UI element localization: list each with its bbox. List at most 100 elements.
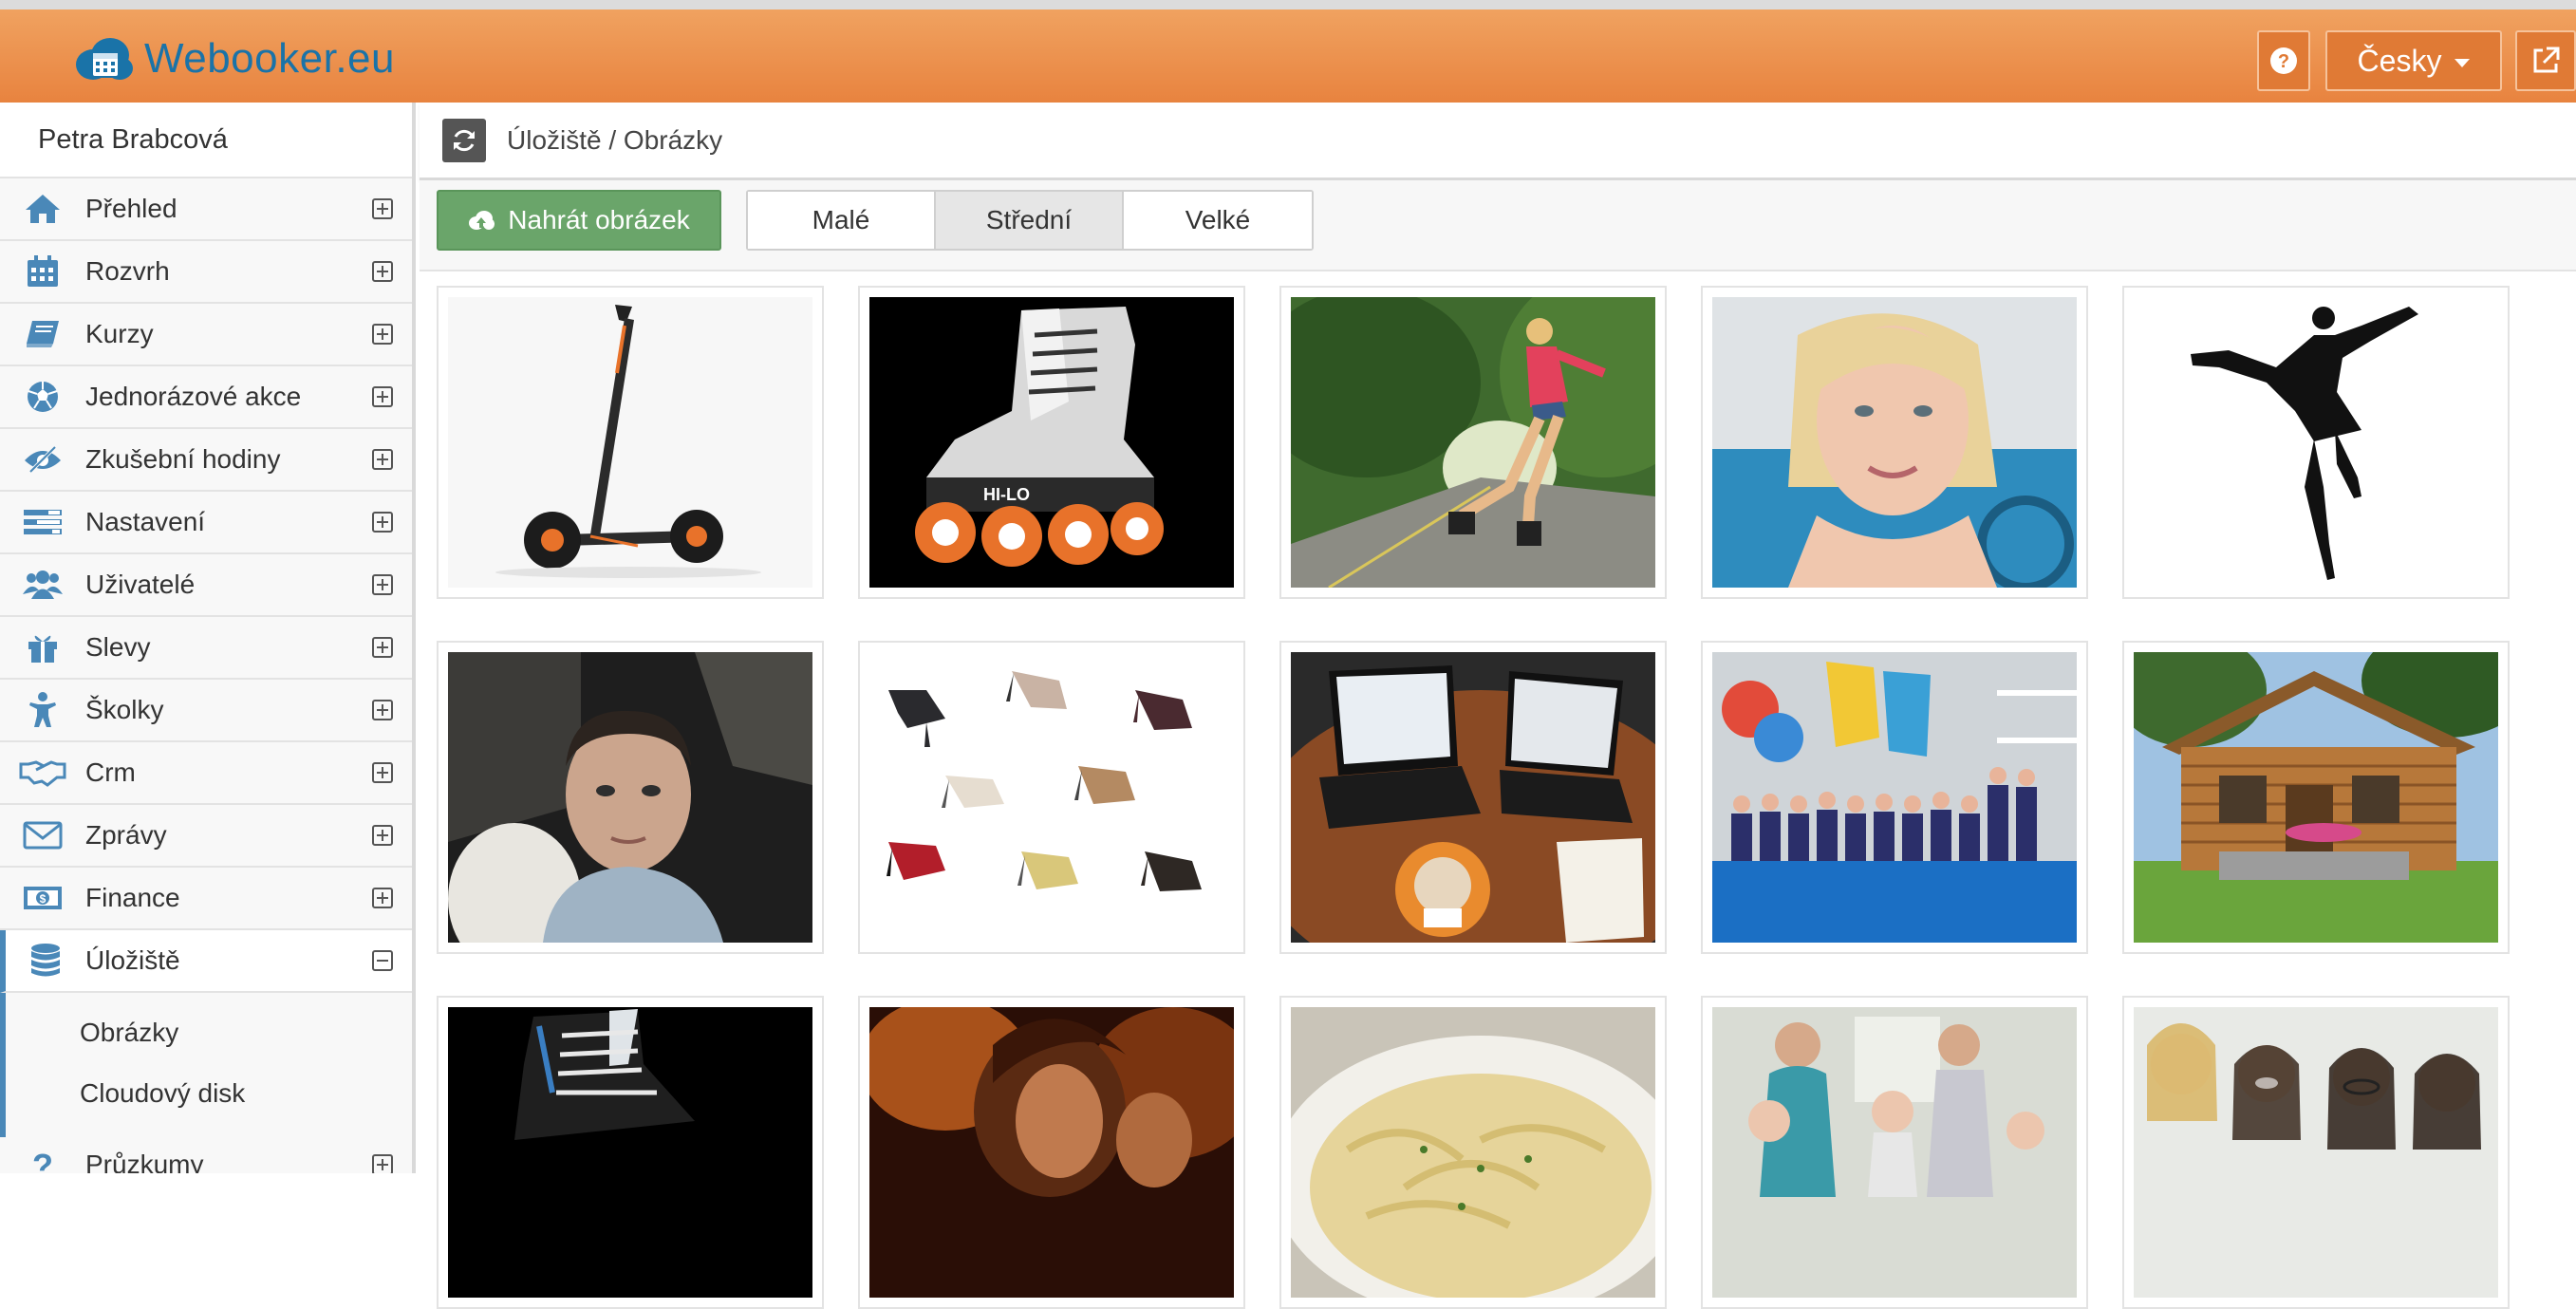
image-tile-inline-hockey-skate[interactable]: HI-LO (858, 286, 1245, 599)
image-tile-children-at-pool[interactable] (1701, 641, 2088, 954)
sidebar-item-nastaveni[interactable]: Nastavení (0, 492, 412, 554)
sidebar-item-slevy[interactable]: Slevy (0, 617, 412, 680)
thumbnail-inline-hockey-skate: HI-LO (869, 297, 1234, 588)
image-tile-dancing-couple[interactable] (858, 996, 1245, 1309)
help-button[interactable]: ? (2257, 30, 2310, 91)
expand-icon[interactable] (372, 637, 393, 658)
size-large-button[interactable]: Velké (1124, 192, 1312, 249)
sidebar-item-label: Jednorázové akce (85, 382, 302, 411)
size-medium-button[interactable]: Střední (936, 192, 1124, 249)
expand-icon[interactable] (372, 512, 393, 533)
size-small-button[interactable]: Malé (748, 192, 936, 249)
sidebar-item-label: Uživatelé (85, 570, 196, 599)
image-tile-electric-scooter[interactable] (437, 286, 824, 599)
sidebar-item-label: Školky (85, 695, 164, 724)
sidebar-item-rozvrh[interactable]: Rozvrh (0, 241, 412, 304)
caret-down-icon (2455, 58, 2471, 67)
thumbnail-rollerblading-woman (1291, 297, 1655, 588)
sidebar-item-crm[interactable]: Crm (0, 742, 412, 805)
svg-text:$: $ (40, 892, 47, 906)
top-bar: Webooker.eu ? Česky (0, 0, 2576, 103)
size-toggle-group: Malé Střední Velké (746, 190, 1314, 251)
svg-text:?: ? (2278, 51, 2289, 72)
sidebar-item-skolky[interactable]: Školky (0, 680, 412, 742)
thumbnail-dance-shoes (869, 652, 1234, 943)
users-icon (0, 553, 85, 616)
expand-icon[interactable] (372, 574, 393, 595)
upload-image-button[interactable]: Nahrát obrázek (437, 190, 721, 251)
gift-icon (0, 616, 85, 679)
expand-icon[interactable] (372, 198, 393, 219)
image-tile-rollerblading-woman[interactable] (1279, 286, 1667, 599)
sidebar-item-label: Finance (85, 883, 180, 912)
sidebar-item-kurzy[interactable]: Kurzy (0, 304, 412, 366)
thumbnail-women-group (2134, 1007, 2498, 1298)
thumbnail-man-portrait (448, 652, 812, 943)
cloud-calendar-icon (72, 32, 135, 85)
image-tile-ice-skate[interactable] (437, 996, 824, 1309)
thumbnail-wooden-cabin (2134, 652, 2498, 943)
image-tile-woman-portrait[interactable] (1701, 286, 2088, 599)
refresh-button[interactable] (442, 118, 486, 162)
expand-icon[interactable] (372, 449, 393, 470)
collapse-icon[interactable] (372, 950, 393, 971)
image-tile-laptops-on-table[interactable] (1279, 641, 1667, 954)
upload-label: Nahrát obrázek (508, 205, 690, 234)
soccer-ball-icon (0, 365, 85, 428)
thumbnail-mothers-with-babies (1712, 1007, 2077, 1298)
envelope-icon (0, 804, 85, 867)
thumbnail-ice-skate (448, 1007, 812, 1298)
child-icon (0, 679, 85, 741)
toolbar: Nahrát obrázek Malé Střední Velké (420, 180, 2576, 271)
submenu-item-cloudovy-disk[interactable]: Cloudový disk (6, 1063, 412, 1124)
sidebar-item-label: Crm (85, 757, 136, 787)
sidebar-item-uzivatele[interactable]: Uživatelé (0, 554, 412, 617)
sidebar-item-pruzkumy[interactable]: ? Průzkumy (0, 1137, 412, 1173)
sidebar-item-label: Úložiště (85, 945, 180, 975)
user-name[interactable]: Petra Brabcová (0, 103, 412, 178)
language-label: Česky (2357, 43, 2442, 78)
image-tile-mothers-with-babies[interactable] (1701, 996, 2088, 1309)
expand-icon[interactable] (372, 261, 393, 282)
tasks-icon (0, 491, 85, 553)
logo[interactable]: Webooker.eu (72, 32, 395, 85)
image-tile-pasta-plate[interactable] (1279, 996, 1667, 1309)
expand-icon[interactable] (372, 700, 393, 720)
book-icon (0, 303, 85, 365)
breadcrumb-path: Úložiště / Obrázky (507, 124, 723, 155)
expand-icon[interactable] (372, 1154, 393, 1173)
image-tile-wooden-cabin[interactable] (2122, 641, 2510, 954)
expand-icon[interactable] (372, 888, 393, 908)
cloud-upload-icon (469, 211, 495, 230)
sidebar-item-jednorazove-akce[interactable]: Jednorázové akce (0, 366, 412, 429)
thumbnail-dancing-couple (869, 1007, 1234, 1298)
sidebar-item-label: Přehled (85, 194, 177, 223)
home-icon (0, 178, 85, 240)
handshake-icon (0, 741, 85, 804)
image-tile-women-group[interactable] (2122, 996, 2510, 1309)
sidebar-item-prehled[interactable]: Přehled (0, 178, 412, 241)
sidebar-item-zkusebni-hodiny[interactable]: Zkušební hodiny (0, 429, 412, 492)
submenu-item-obrazky[interactable]: Obrázky (6, 1002, 412, 1063)
sidebar-item-finance[interactable]: $ Finance (0, 868, 412, 930)
thumbnail-laptops-on-table (1291, 652, 1655, 943)
sidebar-item-uloziste[interactable]: Úložiště (0, 930, 412, 993)
storage-submenu: Obrázky Cloudový disk (0, 993, 412, 1137)
image-tile-ballerina-silhouette[interactable] (2122, 286, 2510, 599)
svg-text:HI-LO: HI-LO (983, 485, 1030, 504)
expand-icon[interactable] (372, 762, 393, 783)
breadcrumb: Úložiště / Obrázky (420, 103, 2576, 180)
image-tile-dance-shoes[interactable] (858, 641, 1245, 954)
thumbnail-woman-portrait (1712, 297, 2077, 588)
calendar-icon (0, 240, 85, 303)
expand-icon[interactable] (372, 386, 393, 407)
image-tile-man-portrait[interactable] (437, 641, 824, 954)
thumbnail-children-at-pool (1712, 652, 2077, 943)
database-icon (6, 929, 85, 992)
external-link-button[interactable] (2515, 30, 2576, 91)
expand-icon[interactable] (372, 825, 393, 846)
expand-icon[interactable] (372, 324, 393, 345)
sidebar-item-zpravy[interactable]: Zprávy (0, 805, 412, 868)
sidebar-item-label: Zprávy (85, 820, 167, 850)
language-dropdown[interactable]: Česky (2325, 30, 2502, 91)
